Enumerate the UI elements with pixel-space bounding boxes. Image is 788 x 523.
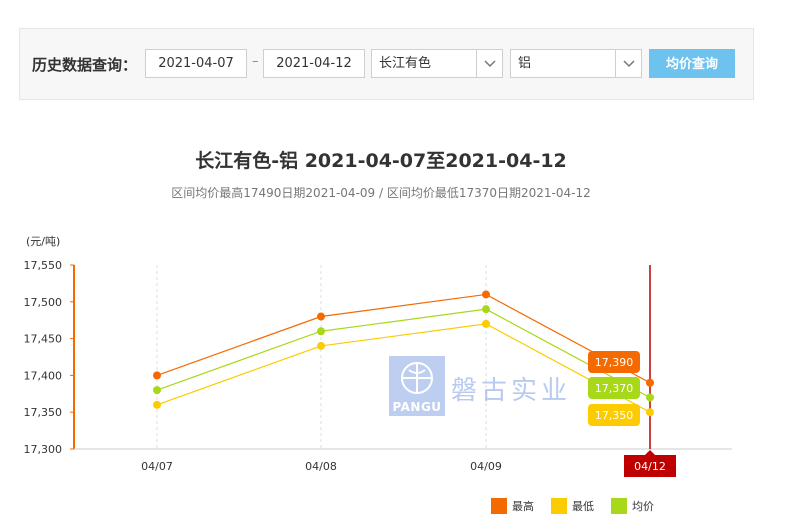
- watermark-logo-text: PANGU: [392, 400, 442, 414]
- y-axis-label: (元/吨): [26, 235, 60, 248]
- legend-swatch: [551, 498, 567, 514]
- chevron-down-icon[interactable]: [615, 50, 641, 77]
- y-tick-label: 17,300: [24, 443, 63, 456]
- x-tick-label: 04/08: [305, 460, 337, 473]
- y-tick-label: 17,550: [24, 259, 63, 272]
- start-date-input[interactable]: 2021-04-07: [145, 49, 247, 78]
- chart-title: 长江有色-铝 2021-04-07至2021-04-12: [195, 150, 567, 172]
- chart-subtitle: 区间均价最高17490日期2021-04-09 / 区间均价最低17370日期2…: [171, 186, 591, 200]
- data-point: [646, 378, 654, 387]
- legend-label: 最高: [512, 499, 534, 513]
- data-point: [482, 290, 490, 299]
- pangu-logo-icon: [401, 362, 433, 394]
- legend-swatch: [611, 498, 627, 514]
- y-tick-label: 17,500: [24, 296, 63, 309]
- date-separator: –: [252, 54, 259, 69]
- data-point: [317, 327, 325, 336]
- query-bar: 历史数据查询： 2021-04-07 – 2021-04-12 长江有色 铝 均…: [19, 28, 754, 100]
- x-tick-label: 04/12: [634, 460, 666, 473]
- market-select-value: 长江有色: [379, 56, 432, 71]
- x-tick-label: 04/07: [141, 460, 173, 473]
- legend-swatch: [491, 498, 507, 514]
- tooltip-value: 17,390: [595, 356, 634, 369]
- market-select[interactable]: 长江有色: [371, 49, 503, 78]
- data-point: [482, 319, 490, 328]
- pangu-logo-watermark: PANGU: [389, 356, 445, 416]
- metal-select[interactable]: 铝: [510, 49, 642, 78]
- data-point: [153, 386, 161, 395]
- data-point: [317, 312, 325, 321]
- watermark-company-name: 磐古实业: [451, 376, 572, 406]
- average-price-query-button[interactable]: 均价查询: [649, 49, 735, 78]
- y-tick-label: 17,350: [24, 406, 63, 419]
- data-point: [646, 393, 654, 402]
- y-tick-label: 17,450: [24, 333, 63, 346]
- query-label: 历史数据查询：: [32, 56, 138, 74]
- end-date-input[interactable]: 2021-04-12: [263, 49, 365, 78]
- metal-select-value: 铝: [518, 56, 532, 71]
- data-point: [153, 371, 161, 380]
- data-point: [646, 408, 654, 417]
- data-point: [482, 305, 490, 314]
- chevron-down-icon[interactable]: [476, 50, 502, 77]
- legend-label: 均价: [632, 500, 654, 513]
- tooltip-value: 17,370: [595, 382, 634, 395]
- data-point: [153, 400, 161, 409]
- x-tick-pointer: [645, 450, 655, 455]
- tooltip-value: 17,350: [595, 409, 634, 422]
- data-point: [317, 341, 325, 350]
- legend-label: 最低: [572, 500, 594, 513]
- y-tick-label: 17,400: [24, 369, 63, 382]
- x-tick-label: 04/09: [470, 460, 502, 473]
